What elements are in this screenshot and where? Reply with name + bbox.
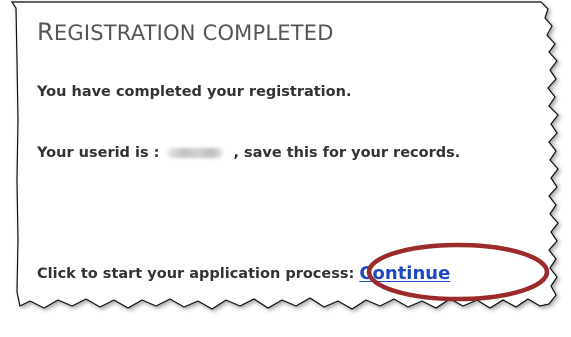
page-title-initial: R — [37, 18, 54, 46]
userid-redacted-value — [167, 148, 224, 158]
continue-prompt-line: Click to start your application process:… — [37, 263, 450, 284]
userid-prefix: Your userid is : — [37, 145, 160, 161]
userid-suffix: , save this for your records. — [233, 145, 461, 161]
continue-link[interactable]: Continue — [359, 263, 450, 284]
userid-message: Your userid is : , save this for your rec… — [37, 145, 460, 161]
completion-message: You have completed your registration. — [37, 84, 352, 100]
content-area: REGISTRATION COMPLETED You have complete… — [0, 0, 571, 337]
page-title-rest: EGISTRATION COMPLETED — [53, 21, 334, 45]
registration-completed-screen: REGISTRATION COMPLETED You have complete… — [0, 0, 571, 337]
continue-prompt: Click to start your application process: — [37, 266, 355, 282]
page-title: REGISTRATION COMPLETED — [37, 18, 334, 46]
